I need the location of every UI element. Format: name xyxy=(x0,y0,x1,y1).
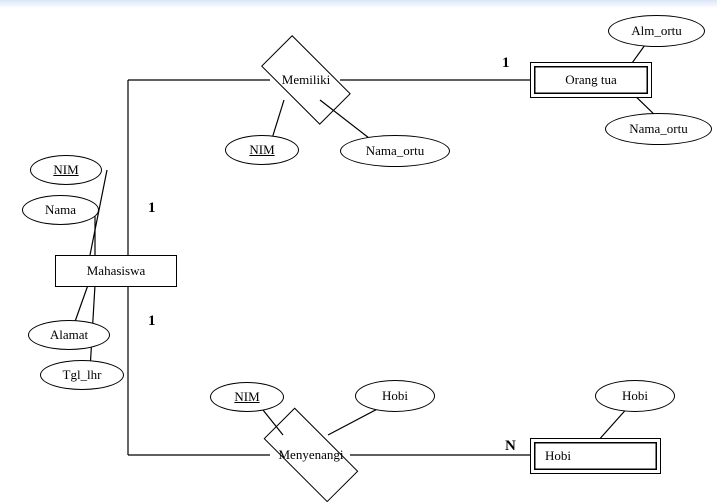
attr-memiliki-nama-ortu: Nama_ortu xyxy=(340,135,450,167)
attr-hobi-hobi: Hobi xyxy=(595,380,675,412)
attr-menyenangi-nim: NIM xyxy=(210,382,284,412)
attr-mahasiswa-nama: Nama xyxy=(22,195,99,225)
attr-memiliki-nim-label: NIM xyxy=(249,142,274,158)
entity-hobi-label: Hobi xyxy=(545,448,571,464)
attr-orangtua-alm-ortu: Alm_ortu xyxy=(608,15,705,47)
attr-mahasiswa-nim-label: NIM xyxy=(53,162,78,178)
entity-hobi: Hobi xyxy=(530,438,661,474)
entity-mahasiswa: Mahasiswa xyxy=(55,255,177,287)
attr-memiliki-nim: NIM xyxy=(225,135,299,165)
cardinality-mahasiswa-menyenangi: 1 xyxy=(148,313,156,330)
cardinality-menyenangi-hobi: N xyxy=(505,438,516,455)
attr-orangtua-nama-ortu-label: Nama_ortu xyxy=(629,121,687,137)
attr-mahasiswa-nama-label: Nama xyxy=(45,202,76,218)
relationship-memiliki-label: Memiliki xyxy=(282,72,330,88)
attr-mahasiswa-alamat-label: Alamat xyxy=(50,327,88,343)
attr-memiliki-nama-ortu-label: Nama_ortu xyxy=(366,143,424,159)
attr-orangtua-alm-ortu-label: Alm_ortu xyxy=(631,23,682,39)
attr-menyenangi-hobi: Hobi xyxy=(355,380,435,412)
entity-orang-tua: Orang tua xyxy=(530,62,652,98)
attr-mahasiswa-tgl-lhr: Tgl_lhr xyxy=(40,360,124,390)
entity-mahasiswa-label: Mahasiswa xyxy=(87,263,146,279)
relationship-menyenangi-label: Menyenangi xyxy=(279,447,344,463)
cardinality-mahasiswa-memiliki: 1 xyxy=(148,200,156,217)
relationship-menyenangi: Menyenangi xyxy=(248,425,374,485)
attr-mahasiswa-alamat: Alamat xyxy=(28,320,110,350)
attr-menyenangi-nim-label: NIM xyxy=(234,389,259,405)
attr-orangtua-nama-ortu: Nama_ortu xyxy=(605,113,712,145)
attr-hobi-hobi-label: Hobi xyxy=(622,388,648,404)
cardinality-memiliki-orangtua: 1 xyxy=(502,55,510,72)
entity-orang-tua-label: Orang tua xyxy=(565,72,617,88)
attr-menyenangi-hobi-label: Hobi xyxy=(382,388,408,404)
attr-mahasiswa-nim: NIM xyxy=(30,155,102,185)
relationship-memiliki: Memiliki xyxy=(248,50,364,110)
attr-mahasiswa-tgl-lhr-label: Tgl_lhr xyxy=(63,367,102,383)
